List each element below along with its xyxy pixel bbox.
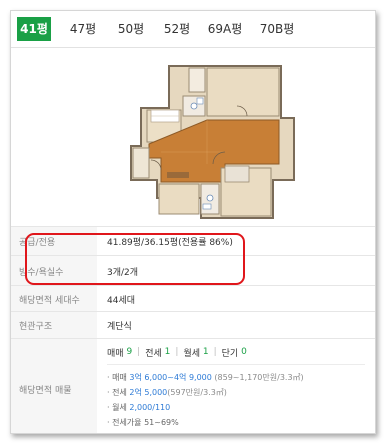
listings-label: 해당면적 매물 [11, 339, 97, 433]
listing-counts: 매매 9 | 전세 1 | 월세 1 | 단기 0 [107, 346, 247, 359]
jeonse-price-line: · 전세 2억 5,000(597만원/3.3㎡) [107, 388, 227, 397]
size-tabs: 41평 47평 50평 52평 69A평 70B평 [11, 11, 375, 48]
listing-panel: 41평 47평 50평 52평 69A평 70B평 공급/전용 41.89평/3… [10, 10, 376, 434]
floor-plan [11, 48, 375, 226]
tab-47[interactable]: 47평 [65, 17, 101, 41]
monthly-price-line: · 월세 2,000/110 [107, 403, 171, 412]
jeonse-count[interactable]: 1 [165, 347, 171, 357]
sale-price-line: · 매매 3억 6,000~4억 9,000 (859~1,170만원/3.3㎡… [107, 373, 304, 382]
row-structure: 현관구조 계단식 [11, 311, 375, 339]
monthly-count[interactable]: 1 [203, 347, 209, 357]
jeonse-price-link[interactable]: 2억 5,000 [129, 388, 167, 397]
sale-price-link[interactable]: 3억 6,000~4억 9,000 [129, 373, 212, 382]
tab-41[interactable]: 41평 [17, 17, 51, 41]
tab-50[interactable]: 50평 [113, 17, 149, 41]
monthly-price-link[interactable]: 2,000/110 [129, 403, 170, 412]
counts-divider [107, 364, 365, 365]
households-label: 해당면적 세대수 [11, 286, 97, 312]
structure-label: 현관구조 [11, 312, 97, 339]
floor-plan-image [130, 65, 295, 219]
tab-70b[interactable]: 70B평 [257, 17, 297, 41]
row-listings: 해당면적 매물 매매 9 | 전세 1 | 월세 1 | 단기 0 · 매매 3… [11, 338, 375, 433]
monthly-count-label[interactable]: 월세 [183, 346, 200, 359]
highlight-box [25, 233, 245, 285]
short-count[interactable]: 0 [241, 347, 247, 357]
structure-value: 계단식 [107, 322, 132, 332]
jeonse-count-label[interactable]: 전세 [145, 346, 162, 359]
sale-count[interactable]: 9 [126, 347, 132, 357]
households-value: 44세대 [107, 295, 136, 306]
jeonse-ratio: · 전세가율 51~69% [107, 418, 179, 427]
row-households: 해당면적 세대수 44세대 [11, 285, 375, 312]
tab-52[interactable]: 52평 [159, 17, 195, 41]
tab-69a[interactable]: 69A평 [205, 17, 245, 41]
short-count-label[interactable]: 단기 [222, 346, 239, 359]
sale-count-label[interactable]: 매매 [107, 346, 124, 359]
